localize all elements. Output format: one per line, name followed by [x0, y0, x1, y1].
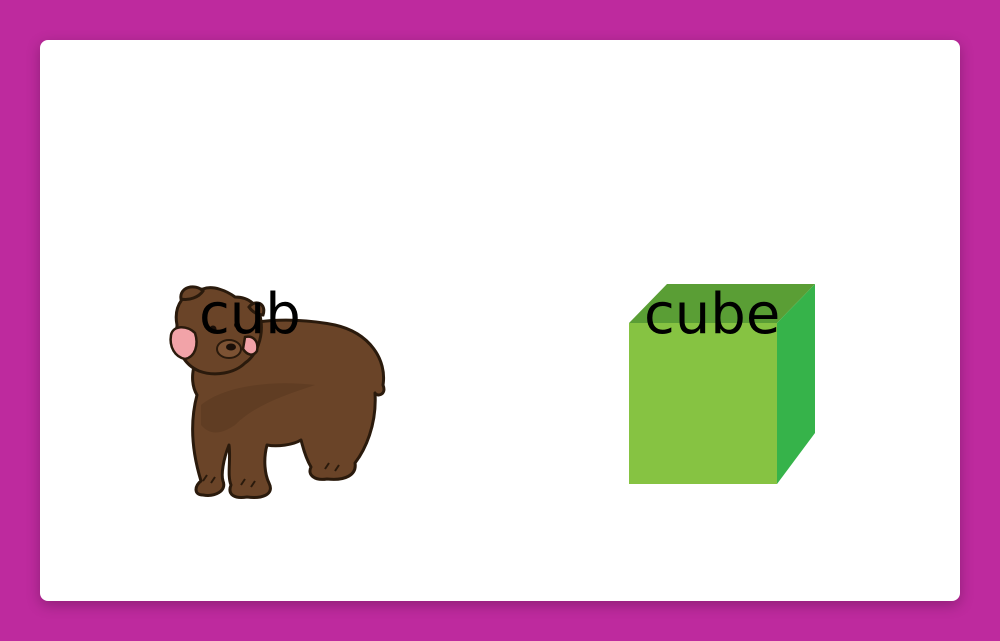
cube-item[interactable]: cube [627, 283, 817, 488]
cub-item[interactable]: cub [165, 285, 390, 505]
cub-word: cub [199, 282, 301, 347]
cube-word: cube [644, 282, 781, 347]
